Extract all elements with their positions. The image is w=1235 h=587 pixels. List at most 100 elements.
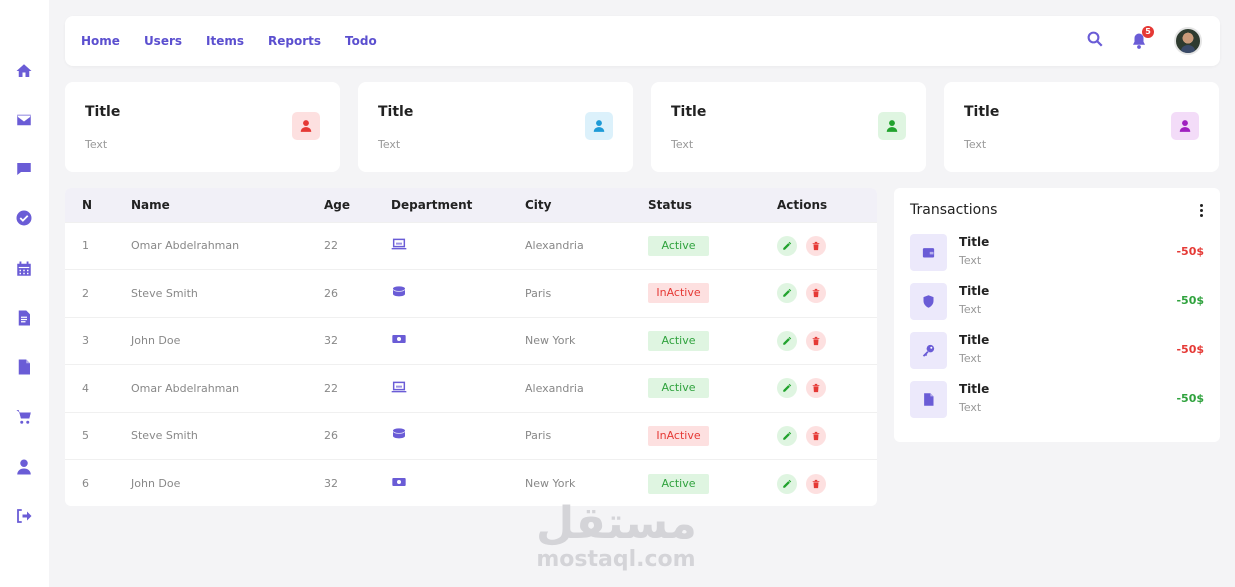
check-circle-icon[interactable] <box>14 208 34 228</box>
top-navbar: Home Users Items Reports Todo 5 <box>65 16 1220 66</box>
file-icon[interactable] <box>14 357 34 377</box>
card-text: Text <box>378 138 401 151</box>
cell-department <box>391 459 525 506</box>
user-icon[interactable] <box>14 457 34 477</box>
column-header-status[interactable]: Status <box>648 188 777 222</box>
database-icon <box>391 428 407 445</box>
pencil-icon <box>783 384 792 392</box>
calendar-icon[interactable] <box>14 259 34 279</box>
column-header-name[interactable]: Name <box>131 188 324 222</box>
nav-actions: 5 <box>1086 16 1202 66</box>
user-icon <box>585 112 613 140</box>
column-header-n[interactable]: N <box>65 188 131 222</box>
table-header-row: N Name Age Department City Status Action… <box>65 188 877 222</box>
card-title: Title <box>85 104 121 120</box>
shield-icon <box>910 283 947 320</box>
trash-icon <box>812 336 820 345</box>
trash-icon <box>812 384 820 393</box>
transaction-title: Title <box>959 235 990 249</box>
chat-icon[interactable] <box>14 159 34 179</box>
cart-icon[interactable] <box>14 407 34 427</box>
cell-department <box>391 411 525 460</box>
trash-icon <box>812 431 820 440</box>
delete-button[interactable] <box>806 283 826 304</box>
notifications-button[interactable]: 5 <box>1130 26 1154 50</box>
pencil-icon <box>783 241 792 250</box>
delete-button[interactable] <box>806 378 826 399</box>
user-avatar[interactable] <box>1174 27 1202 55</box>
edit-button[interactable] <box>777 473 797 494</box>
cell-actions <box>777 364 877 412</box>
cell-n: 1 <box>65 221 131 270</box>
transaction-item[interactable]: Title Text -50$ <box>910 332 1204 370</box>
delete-button[interactable] <box>806 330 826 351</box>
nav-link-home[interactable]: Home <box>81 34 120 48</box>
transaction-text: Text <box>959 254 982 267</box>
delete-button[interactable] <box>806 425 826 446</box>
transaction-title: Title <box>959 284 990 298</box>
search-icon[interactable] <box>1086 30 1104 52</box>
nav-link-items[interactable]: Items <box>206 34 244 48</box>
edit-button[interactable] <box>777 283 797 304</box>
document-list-icon[interactable] <box>14 308 34 328</box>
column-header-city[interactable]: City <box>525 188 648 222</box>
transaction-title: Title <box>959 382 990 396</box>
status-badge: InActive <box>648 425 709 446</box>
file-icon <box>910 381 947 418</box>
home-icon[interactable] <box>14 61 34 81</box>
table-row: 3 John Doe 32 New York Active <box>65 316 877 365</box>
edit-button[interactable] <box>777 330 797 351</box>
cell-n: 4 <box>65 364 131 412</box>
user-icon <box>878 112 906 140</box>
transactions-title: Transactions <box>910 202 998 218</box>
pencil-icon <box>783 336 792 345</box>
trash-icon <box>812 241 820 250</box>
cell-name: John Doe <box>131 316 324 365</box>
pencil-icon <box>783 289 792 297</box>
more-options-icon[interactable] <box>1196 202 1206 218</box>
table-row: 6 John Doe 32 New York Active <box>65 459 877 506</box>
transaction-text: Text <box>959 352 982 365</box>
laptop-icon <box>391 381 407 398</box>
transaction-item[interactable]: Title Text -50$ <box>910 381 1204 419</box>
status-badge: Active <box>648 378 709 399</box>
cell-city: Paris <box>525 411 648 460</box>
transaction-item[interactable]: Title Text -50$ <box>910 234 1204 272</box>
transaction-item[interactable]: Title Text -50$ <box>910 283 1204 321</box>
trash-icon <box>812 289 820 298</box>
nav-link-users[interactable]: Users <box>144 34 182 48</box>
transaction-amount: -50$ <box>1176 392 1204 405</box>
notification-badge: 5 <box>1142 26 1154 38</box>
delete-button[interactable] <box>806 473 826 494</box>
logout-icon[interactable] <box>14 506 34 526</box>
table-row: 1 Omar Abdelrahman 22 Alexandria Active <box>65 221 877 270</box>
laptop-icon <box>391 238 407 255</box>
edit-button[interactable] <box>777 235 797 256</box>
column-header-age[interactable]: Age <box>324 188 391 222</box>
watermark-arabic: مستقل <box>536 498 697 549</box>
watermark-latin: mostaql.com <box>536 547 696 572</box>
delete-button[interactable] <box>806 235 826 256</box>
cell-department <box>391 269 525 317</box>
cell-status: InActive <box>648 411 777 460</box>
table-row: 2 Steve Smith 26 Paris InActive <box>65 269 877 317</box>
card-text: Text <box>671 138 694 151</box>
cell-name: Steve Smith <box>131 269 324 317</box>
mail-icon[interactable] <box>14 110 34 130</box>
nav-link-reports[interactable]: Reports <box>268 34 321 48</box>
user-icon <box>292 112 320 140</box>
edit-button[interactable] <box>777 425 797 446</box>
cell-department <box>391 364 525 412</box>
cell-city: New York <box>525 459 648 506</box>
transaction-text: Text <box>959 401 982 414</box>
nav-link-todo[interactable]: Todo <box>345 34 377 48</box>
cell-department <box>391 221 525 270</box>
wallet-icon <box>910 234 947 271</box>
watermark: مستقل mostaql.com <box>536 498 697 572</box>
edit-button[interactable] <box>777 378 797 399</box>
card-title: Title <box>671 104 707 120</box>
column-header-department[interactable]: Department <box>391 188 525 222</box>
cell-city: Alexandria <box>525 364 648 412</box>
cell-status: InActive <box>648 269 777 317</box>
transaction-title: Title <box>959 333 990 347</box>
